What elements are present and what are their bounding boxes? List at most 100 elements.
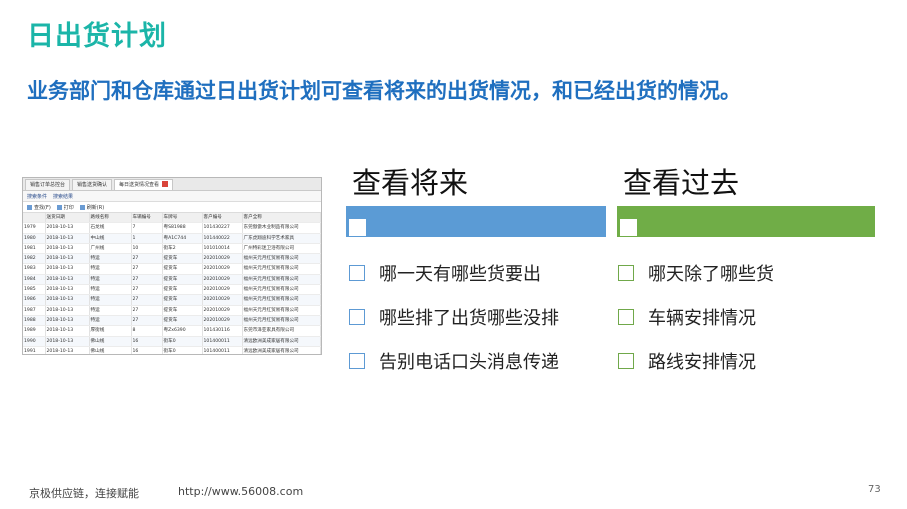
- table-row: 1981 2018-10-13 广州线 10 街车2 101010014 广州特彩迷卫浴有限…: [23, 243, 321, 255]
- table-row: 1980 2018-10-13 中山线 1 粤A1C744 101440022 广东虎翔迪科…: [23, 233, 321, 244]
- table-cell: 特运: [89, 315, 132, 327]
- table-cell: 1988: [23, 315, 46, 327]
- table-cell: 202010029: [202, 284, 243, 296]
- table-cell: 厚街线: [89, 325, 132, 337]
- table-cell: 1983: [23, 263, 46, 275]
- future-bar: [346, 206, 606, 237]
- past-heading: 查看过去: [623, 166, 740, 200]
- table-cell: 2018-10-13: [45, 346, 90, 354]
- table-cell: 8: [131, 325, 163, 337]
- table-cell: 1: [131, 233, 163, 244]
- future-item-2: 哪些排了出货哪些没排: [349, 304, 559, 330]
- table-cell: 16: [131, 336, 163, 347]
- table-cell: 东莞市泽亚家具有限公司: [242, 325, 321, 337]
- table-cell: 福州天元月红贸易有限公司: [242, 253, 321, 265]
- table-cell: 福州天元月红贸易有限公司: [242, 305, 321, 316]
- table-cell: 中山线: [89, 233, 132, 244]
- table-cell: 1990: [23, 336, 46, 347]
- checkbox-icon: [618, 265, 634, 281]
- subtab-search-results: 搜索结果: [53, 193, 74, 200]
- slide-subtitle: 业务部门和仓库通过日出货计划可查看将来的出货情况，和已经出货的情况。: [27, 79, 741, 103]
- table-cell: 提货车: [162, 305, 203, 316]
- table-cell: 粤A1C744: [162, 233, 203, 244]
- table-cell: 202010029: [202, 274, 243, 286]
- future-item-1: 哪一天有哪些货要出: [349, 260, 541, 286]
- table-row: 1988 2018-10-13 特运 27 提货车 202010029 福州天元月红贸易有限…: [23, 315, 321, 327]
- table-cell: 1987: [23, 305, 46, 316]
- table-cell: 202010029: [202, 294, 243, 306]
- past-item-3: 路线安排情况: [618, 348, 756, 374]
- table-cell: 广州特彩迷卫浴有限公司: [242, 243, 321, 255]
- table-cell: 2018-10-13: [45, 274, 90, 286]
- past-bar-square: [620, 219, 637, 236]
- table-cell: 1991: [23, 346, 46, 354]
- past-item-2: 车辆安排情况: [618, 304, 756, 330]
- table-cell: 福州天元月红贸易有限公司: [242, 263, 321, 275]
- footer-slogan: 京极供应链，连接赋能: [29, 487, 139, 500]
- table-cell: 特运: [89, 274, 132, 286]
- table-cell: 27: [131, 274, 163, 286]
- tab-sales-order-console: 销售订单总控台: [25, 179, 71, 190]
- checkbox-icon: [618, 353, 634, 369]
- table-header-cell: 客户全称: [242, 213, 321, 224]
- table-cell: 101400011: [202, 336, 243, 347]
- past-item-1: 哪天除了哪些货: [618, 260, 774, 286]
- table-cell: 提货车: [162, 284, 203, 296]
- table-row: 1983 2018-10-13 特运 27 提货车 202010029 福州天元月红贸易有限…: [23, 263, 321, 275]
- table-cell: 特运: [89, 294, 132, 306]
- table-cell: 2018-10-13: [45, 222, 90, 234]
- screenshot-tab-bar: 销售订单总控台 销售送货确认 每日送货情况查看: [23, 178, 321, 191]
- subtab-search-conditions: 搜索条件: [27, 193, 48, 200]
- table-cell: 佛山线: [89, 336, 132, 347]
- table-cell: 2018-10-13: [45, 325, 90, 337]
- table-cell: 101440022: [202, 233, 243, 244]
- table-cell: 广东虎翔迪科学艺术家具: [242, 233, 321, 244]
- table-cell: 街车2: [162, 243, 203, 255]
- footer-url[interactable]: http://www.56008.com: [178, 485, 303, 498]
- screenshot-toolbar: 查找(F) 打印 刷新(R): [23, 202, 321, 213]
- table-cell: 提货车: [162, 315, 203, 327]
- table-cell: 2018-10-13: [45, 336, 90, 347]
- table-cell: 提货车: [162, 294, 203, 306]
- table-cell: 27: [131, 263, 163, 275]
- table-cell: 街车0: [162, 336, 203, 347]
- table-cell: 街车0: [162, 346, 203, 354]
- table-cell: 佛山线: [89, 346, 132, 354]
- table-cell: 2018-10-13: [45, 305, 90, 316]
- past-bar: [617, 206, 875, 237]
- future-bar-square: [349, 219, 366, 236]
- table-row: 1986 2018-10-13 特运 27 提货车 202010029 福州天元月红贸易有限…: [23, 294, 321, 306]
- table-cell: 1984: [23, 274, 46, 286]
- table-header-cell: 车辆编号: [131, 213, 163, 224]
- table-cell: 东莞傲傲木业制品有限公司: [242, 222, 321, 234]
- table-row: 1987 2018-10-13 特运 27 提货车 202010029 福州天元月红贸易有限…: [23, 305, 321, 316]
- table-cell: 福州天元月红贸易有限公司: [242, 284, 321, 296]
- table-cell: 福州天元月红贸易有限公司: [242, 274, 321, 286]
- table-header-cell: 路线名称: [89, 213, 132, 224]
- checkbox-icon: [618, 309, 634, 325]
- table-cell: 提货车: [162, 253, 203, 265]
- table-cell: 特运: [89, 284, 132, 296]
- table-cell: 7: [131, 222, 163, 234]
- table-cell: 16: [131, 346, 163, 354]
- screenshot-subtabs: 搜索条件 搜索结果: [23, 191, 321, 202]
- checkbox-icon: [349, 265, 365, 281]
- delivery-screenshot: 销售订单总控台 销售送货确认 每日送货情况查看 搜索条件 搜索结果 查找(F) …: [22, 177, 322, 355]
- table-header-cell: 客户编号: [202, 213, 243, 224]
- table-cell: 10: [131, 243, 163, 255]
- table-cell: 提货车: [162, 263, 203, 275]
- table-cell: 27: [131, 305, 163, 316]
- checkbox-icon: [349, 309, 365, 325]
- table-cell: 1986: [23, 294, 46, 306]
- table-cell: 粤S81988: [162, 222, 203, 234]
- table-row: 1979 2018-10-13 石龙线 7 粤S81988 101430227 东莞傲傲木业…: [23, 222, 321, 234]
- table-cell: 粤Zx6390: [162, 325, 203, 337]
- print-button: 打印: [56, 204, 74, 211]
- table-cell: 1982: [23, 253, 46, 265]
- table-cell: 2018-10-13: [45, 284, 90, 296]
- printer-icon: [56, 204, 62, 210]
- table-cell: 福州天元月红贸易有限公司: [242, 294, 321, 306]
- refresh-button: 刷新(R): [79, 204, 104, 211]
- table-cell: 特运: [89, 263, 132, 275]
- table-cell: 提货车: [162, 274, 203, 286]
